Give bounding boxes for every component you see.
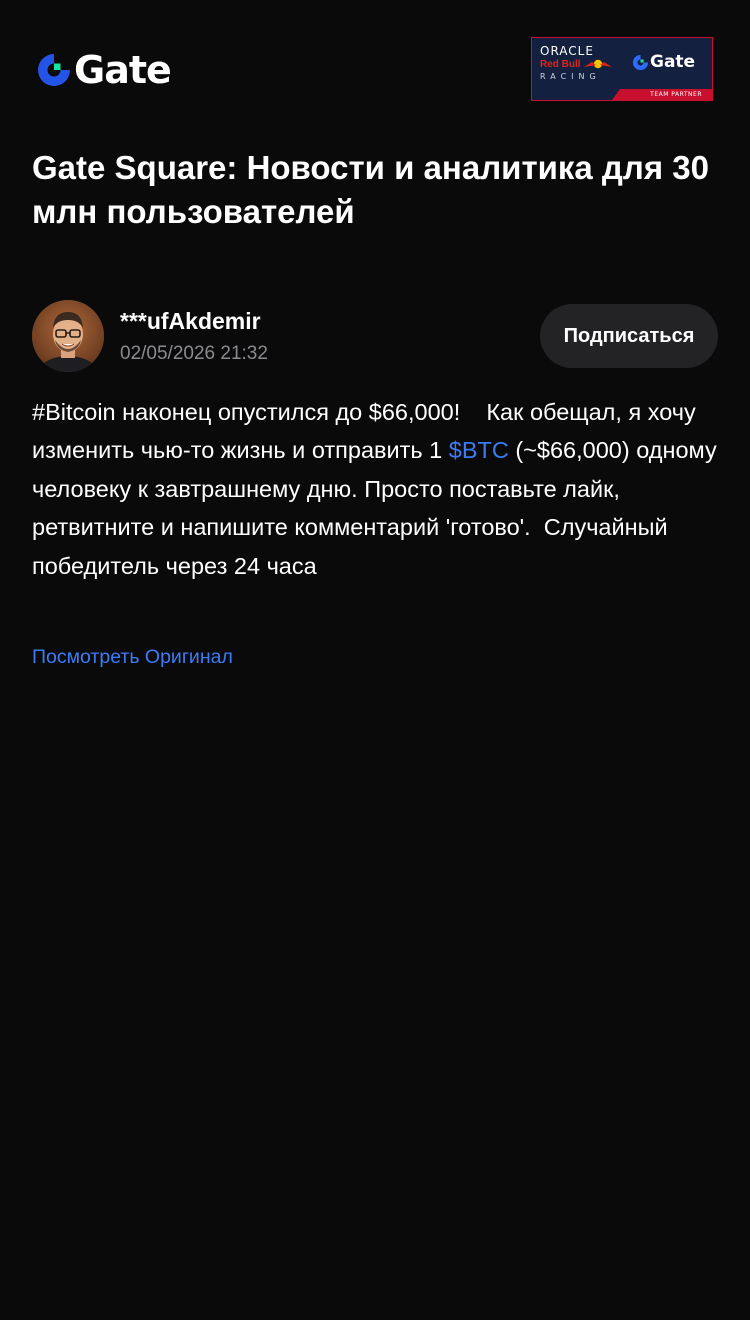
team-partner-label: TEAM PARTNER bbox=[650, 91, 702, 98]
post-timestamp: 02/05/2026 21:32 bbox=[120, 343, 268, 364]
redbull-bulls-icon bbox=[584, 60, 613, 69]
avatar[interactable] bbox=[32, 300, 104, 372]
logo-text: Gate bbox=[74, 48, 172, 92]
oracle-wordmark: ORACLE bbox=[540, 44, 594, 58]
gate-logo[interactable]: Gate bbox=[36, 48, 172, 92]
header: Gate ORACLE Red Bull RACING Gate TEAM PA… bbox=[32, 36, 713, 102]
partner-gate-text: Gate bbox=[650, 52, 696, 72]
view-original-link[interactable]: Посмотреть Оригинал bbox=[32, 644, 233, 670]
follow-button[interactable]: Подписаться bbox=[540, 304, 718, 368]
team-partner-banner[interactable]: ORACLE Red Bull RACING Gate TEAM PARTNER bbox=[531, 37, 713, 101]
author-name[interactable]: ***ufAkdemir bbox=[120, 307, 261, 335]
gate-logo-icon bbox=[38, 54, 70, 86]
page: Gate ORACLE Red Bull RACING Gate TEAM PA… bbox=[0, 0, 750, 1320]
partner-brands: ORACLE Red Bull RACING bbox=[540, 44, 618, 83]
redbull-wordmark: Red Bull bbox=[540, 58, 618, 71]
gate-logo-icon bbox=[632, 54, 649, 70]
post-body: #Bitcoin наконец опустился до $66,000! К… bbox=[32, 393, 722, 585]
page-title: Gate Square: Новости и аналитика для 30 … bbox=[32, 149, 709, 230]
post-author-row: ***ufAkdemir 02/05/2026 21:32 Подписатьс… bbox=[32, 298, 718, 372]
btc-ticker-link[interactable]: $BTC bbox=[449, 437, 509, 463]
partner-gate-logo: Gate bbox=[632, 52, 695, 72]
redbull-text: Red Bull bbox=[540, 59, 581, 70]
racing-wordmark: RACING bbox=[540, 72, 601, 81]
user-avatar bbox=[32, 300, 104, 372]
